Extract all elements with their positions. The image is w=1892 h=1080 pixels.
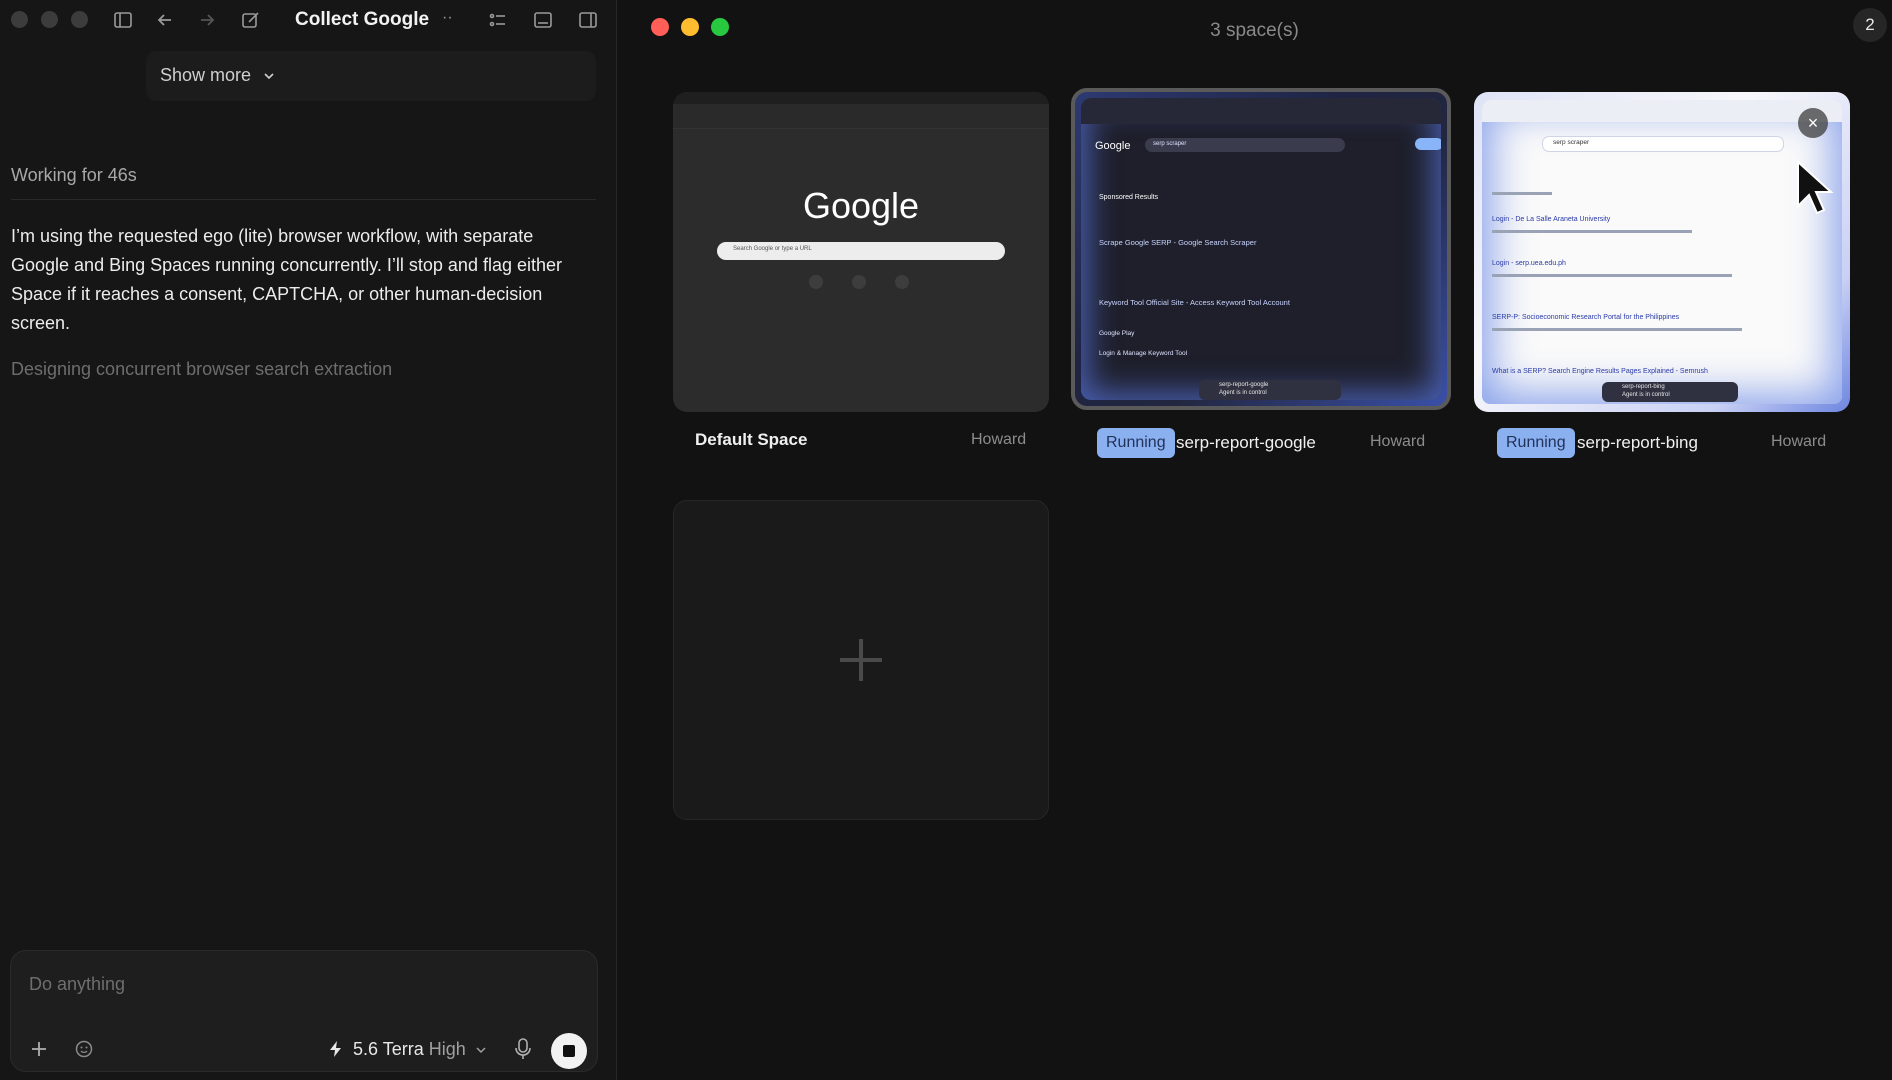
agent-space-name: serp-report-google: [1219, 382, 1269, 388]
space-name-serp-report-google: serp-report-google: [1176, 433, 1316, 452]
serp-signin-button: [1415, 138, 1441, 150]
serp-sitelink: Google Play: [1099, 330, 1135, 337]
thumbnail-tabbar: [673, 92, 1049, 104]
window-close-dot[interactable]: [11, 11, 28, 28]
thumbnail-browser-bar: [1482, 100, 1842, 122]
serp-result: Keyword Tool Official Site - Access Keyw…: [1099, 298, 1290, 307]
sidebar-toggle-icon[interactable]: [112, 9, 134, 31]
bing-query: serp scraper: [1553, 139, 1590, 146]
cursor-icon: [1797, 160, 1834, 215]
notification-badge[interactable]: 2: [1853, 8, 1887, 42]
serp-search-box: serp scraper: [1145, 138, 1345, 152]
bing-result: Login - serp.uea.edu.ph: [1492, 260, 1566, 267]
agent-space-name: serp-report-bing: [1622, 384, 1665, 390]
panel-icon[interactable]: [577, 9, 599, 31]
agent-status: Agent is in control: [1219, 390, 1267, 396]
prompt-input[interactable]: [27, 969, 571, 999]
model-name: 5.6 Terra: [353, 1039, 424, 1059]
running-badge: Running: [1097, 428, 1175, 458]
show-more-button[interactable]: Show more: [160, 65, 276, 86]
chat-panel: Collect Google E ·· Show more Working fo…: [0, 0, 617, 1080]
stop-icon: [563, 1045, 575, 1057]
bolt-icon: [330, 1041, 341, 1057]
window-zoom-dot[interactable]: [71, 11, 88, 28]
chat-title[interactable]: Collect Google E: [295, 9, 435, 31]
chevron-down-icon: [476, 1047, 486, 1054]
shortcut-icon: [895, 275, 909, 289]
forward-arrow-icon[interactable]: [196, 9, 218, 31]
terminal-icon[interactable]: [532, 9, 554, 31]
google-logo: Google: [802, 185, 920, 226]
new-space-button[interactable]: [673, 500, 1049, 820]
space-owner: Howard: [1771, 433, 1827, 450]
space-card-serp-report-bing[interactable]: serp scraper Login - De La Salle Araneta…: [1474, 92, 1850, 412]
compose-icon[interactable]: [240, 9, 262, 31]
plus-icon: [840, 639, 882, 681]
emoji-icon[interactable]: [74, 1039, 94, 1059]
agent-control-pill: serp-report-google Agent is in control: [1199, 380, 1341, 400]
thinking-status: Designing concurrent browser search extr…: [11, 359, 393, 379]
task-list-icon[interactable]: [487, 9, 509, 31]
thumbnail-google-serp: Google serp scraper Sponsored Results Sc…: [1081, 98, 1441, 400]
plus-icon[interactable]: [29, 1039, 49, 1059]
show-more-bar: Show more: [146, 51, 596, 101]
serp-logo: Google: [1095, 140, 1131, 152]
title-overflow: ··: [442, 9, 453, 26]
show-more-label: Show more: [160, 65, 252, 85]
thumbnail-bing-serp: serp scraper Login - De La Salle Araneta…: [1482, 100, 1842, 404]
space-card-serp-report-google[interactable]: Google serp scraper Sponsored Results Sc…: [1071, 88, 1451, 410]
bing-snippet: [1492, 328, 1742, 331]
bing-result: Login - De La Salle Araneta University: [1492, 216, 1611, 223]
close-space-button[interactable]: ×: [1798, 108, 1828, 138]
assistant-message: I’m using the requested ego (lite) brows…: [11, 226, 563, 333]
effort-level: High: [428, 1039, 466, 1059]
thumbnail-browser-bar: [1081, 98, 1441, 124]
divider: [11, 199, 596, 200]
serp-result: Scrape Google SERP - Google Search Scrap…: [1099, 238, 1257, 247]
shortcut-icon: [809, 275, 823, 289]
thumbnail-search-placeholder: Search Google or type a URL: [733, 246, 812, 252]
bing-result: What is a SERP? Search Engine Results Pa…: [1492, 368, 1708, 375]
spaces-count: 3 space(s): [1210, 20, 1299, 41]
serp-sitelink: Login & Manage Keyword Tool: [1099, 350, 1188, 357]
serp-section-title: Sponsored Results: [1099, 194, 1159, 201]
thumbnail-bookmarks: [673, 118, 1049, 129]
space-owner: Howard: [1370, 433, 1426, 450]
bing-result: SERP-P: Socioeconomic Research Portal fo…: [1492, 314, 1680, 321]
shortcut-icon: [852, 275, 866, 289]
spaces-panel: 3 space(s) 2 Google Search Google or typ…: [617, 0, 1892, 1080]
space-card-default[interactable]: Google Search Google or type a URL: [673, 92, 1049, 412]
chevron-down-icon: [264, 73, 274, 80]
bing-snippet: [1492, 192, 1552, 195]
bing-snippet: [1492, 230, 1692, 233]
serp-query: serp scraper: [1153, 141, 1187, 147]
chat-toolbar: Collect Google E ··: [0, 0, 616, 40]
running-badge: Running: [1497, 428, 1575, 458]
agent-status: Agent is in control: [1622, 392, 1670, 398]
bing-search-box: serp scraper: [1542, 136, 1784, 152]
back-arrow-icon[interactable]: [154, 9, 176, 31]
space-name-serp-report-bing: serp-report-bing: [1577, 433, 1698, 452]
agent-control-pill: serp-report-bing Agent is in control: [1602, 382, 1738, 402]
thumbnail-addressbar: [673, 104, 1049, 118]
space-name-default: Default Space: [695, 430, 808, 449]
space-owner: Howard: [971, 431, 1027, 448]
stop-button[interactable]: [551, 1033, 587, 1069]
microphone-icon[interactable]: [513, 1037, 533, 1061]
composer: 5.6 Terra High: [10, 950, 598, 1072]
thumbnail-search-box: Search Google or type a URL: [717, 242, 1005, 260]
bing-snippet: [1492, 274, 1732, 277]
window-minimize-dot[interactable]: [41, 11, 58, 28]
working-status[interactable]: Working for 46s: [11, 165, 137, 186]
model-selector[interactable]: 5.6 Terra High: [329, 1039, 487, 1060]
